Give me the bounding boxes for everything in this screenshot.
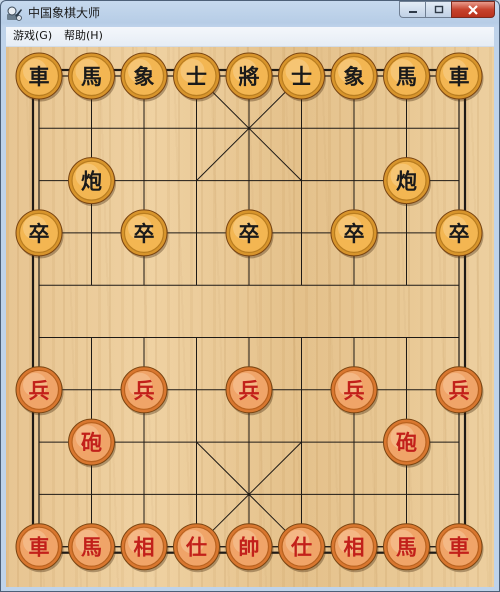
piece-label: 將 — [239, 65, 260, 89]
red-piece-1-7[interactable]: 砲 — [68, 418, 117, 468]
piece-label: 卒 — [134, 222, 155, 246]
piece-label: 馬 — [81, 536, 102, 560]
close-icon — [468, 4, 478, 15]
piece-label: 兵 — [134, 379, 155, 403]
black-piece-8-3[interactable]: 卒 — [435, 209, 484, 259]
piece-label: 馬 — [81, 65, 102, 89]
piece-label: 象 — [344, 65, 365, 89]
black-piece-3-0[interactable]: 士 — [173, 52, 222, 102]
piece-label: 仕 — [185, 536, 207, 560]
piece-label: 卒 — [449, 222, 470, 246]
black-piece-7-2[interactable]: 炮 — [383, 157, 432, 207]
piece-label: 馬 — [396, 536, 417, 560]
title-bar[interactable]: 中国象棋大师 — [1, 1, 499, 26]
piece-label: 兵 — [344, 379, 365, 403]
red-piece-2-6[interactable]: 兵 — [120, 366, 169, 416]
red-piece-6-6[interactable]: 兵 — [330, 366, 379, 416]
black-piece-5-0[interactable]: 士 — [278, 52, 327, 102]
piece-label: 象 — [134, 65, 155, 89]
board-grid — [31, 68, 467, 554]
piece-label: 車 — [29, 65, 50, 89]
red-piece-5-9[interactable]: 仕 — [278, 523, 327, 573]
menu-game[interactable]: 游戏(G) — [13, 29, 52, 43]
black-piece-2-3[interactable]: 卒 — [120, 209, 169, 259]
black-piece-4-3[interactable]: 卒 — [225, 209, 274, 259]
black-piece-6-3[interactable]: 卒 — [330, 209, 379, 259]
piece-label: 仕 — [290, 536, 312, 560]
red-piece-0-6[interactable]: 兵 — [15, 366, 64, 416]
app-icon — [7, 6, 22, 21]
black-piece-6-0[interactable]: 象 — [330, 52, 379, 102]
app-window: 中国象棋大师 游戏(G) 帮助(H) 車馬象士將士象馬車炮炮卒卒卒卒卒兵兵兵兵兵… — [0, 0, 500, 592]
black-piece-0-0[interactable]: 車 — [15, 52, 64, 102]
chess-board[interactable]: 車馬象士將士象馬車炮炮卒卒卒卒卒兵兵兵兵兵砲砲車馬相仕帥仕相馬車 — [6, 47, 494, 587]
piece-label: 卒 — [344, 222, 365, 246]
maximize-button[interactable] — [425, 1, 451, 18]
piece-label: 炮 — [81, 170, 102, 194]
piece-label: 砲 — [396, 431, 417, 455]
piece-label: 卒 — [239, 222, 260, 246]
red-piece-0-9[interactable]: 車 — [15, 523, 64, 573]
piece-label: 車 — [449, 536, 470, 560]
red-piece-7-7[interactable]: 砲 — [383, 418, 432, 468]
close-button[interactable] — [451, 1, 495, 18]
red-piece-4-6[interactable]: 兵 — [225, 366, 274, 416]
piece-label: 砲 — [81, 431, 102, 455]
black-piece-7-0[interactable]: 馬 — [383, 52, 432, 102]
piece-label: 相 — [134, 536, 155, 560]
black-piece-0-3[interactable]: 卒 — [15, 209, 64, 259]
piece-label: 炮 — [396, 170, 417, 194]
piece-label: 相 — [344, 536, 365, 560]
piece-label: 兵 — [449, 379, 470, 403]
board-canvas: 車馬象士將士象馬車炮 炮卒卒卒卒卒兵兵兵兵兵砲 砲車馬相仕帥仕相馬車 — [15, 52, 484, 573]
black-piece-4-0[interactable]: 將 — [225, 52, 274, 102]
piece-label: 帥 — [239, 536, 260, 560]
piece-label: 車 — [29, 536, 50, 560]
piece-label: 馬 — [396, 65, 417, 89]
minimize-icon — [408, 10, 417, 13]
minimize-button[interactable] — [399, 1, 425, 18]
black-piece-1-0[interactable]: 馬 — [68, 52, 117, 102]
red-piece-7-9[interactable]: 馬 — [383, 523, 432, 573]
piece-label: 士 — [186, 65, 207, 89]
black-piece-2-0[interactable]: 象 — [120, 52, 169, 102]
piece-label: 兵 — [239, 379, 260, 403]
piece-label: 兵 — [29, 379, 50, 403]
red-piece-1-9[interactable]: 馬 — [68, 523, 117, 573]
black-piece-8-0[interactable]: 車 — [435, 52, 484, 102]
menu-bar: 游戏(G) 帮助(H) — [6, 27, 494, 47]
black-piece-1-2[interactable]: 炮 — [68, 157, 117, 207]
menu-help[interactable]: 帮助(H) — [64, 29, 103, 43]
red-piece-3-9[interactable]: 仕 — [173, 523, 222, 573]
maximize-icon — [434, 5, 443, 14]
piece-label: 士 — [291, 65, 312, 89]
piece-label: 車 — [449, 65, 470, 89]
red-piece-8-6[interactable]: 兵 — [435, 366, 484, 416]
window-title: 中国象棋大师 — [28, 6, 101, 20]
red-piece-4-9[interactable]: 帥 — [225, 523, 274, 573]
piece-label: 卒 — [29, 222, 50, 246]
red-piece-6-9[interactable]: 相 — [330, 523, 379, 573]
red-piece-2-9[interactable]: 相 — [120, 523, 169, 573]
red-piece-8-9[interactable]: 車 — [435, 523, 484, 573]
